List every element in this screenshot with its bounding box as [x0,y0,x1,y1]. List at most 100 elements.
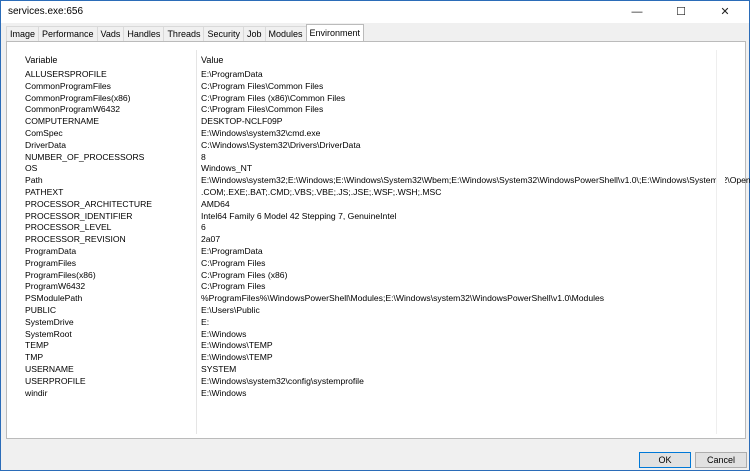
variable-cell: PROCESSOR_IDENTIFIER [25,210,133,221]
variable-cell: PROCESSOR_LEVEL [25,222,112,233]
variable-cell: COMPUTERNAME [25,116,100,127]
environment-list[interactable]: Variable Value ALLUSERSPROFILE E:\Program… [15,50,750,434]
tab-handles[interactable]: Handles [123,26,165,41]
tab-image[interactable]: Image [6,26,40,41]
variable-cell: USERNAME [25,363,74,374]
variable-cell: USERPROFILE [25,375,86,386]
variable-cell: PROCESSOR_REVISION [25,234,126,245]
variable-cell: NUMBER_OF_PROCESSORS [25,151,145,162]
table-row[interactable]: PROCESSOR_ARCHITECTURE AMD64 [15,199,725,211]
value-cell: C:\Program Files (x86) [201,269,288,280]
table-row[interactable]: TMP E:\Windows\TEMP [15,352,725,364]
table-row[interactable]: SystemDrive E: [15,317,725,329]
table-row[interactable]: CommonProgramFiles(x86) C:\Program Files … [15,93,725,105]
tab-environment[interactable]: Environment [305,24,365,41]
variable-cell: TMP [25,352,44,363]
value-cell: E:\Windows\TEMP [201,352,273,363]
table-row[interactable]: ProgramFiles C:\Program Files [15,258,725,270]
value-cell: E:\Windows [201,328,247,339]
table-row[interactable]: USERPROFILE E:\Windows\system32\config\sy… [15,376,725,388]
table-row[interactable]: CommonProgramFiles C:\Program Files\Commo… [15,81,725,93]
table-row[interactable]: PATHEXT .COM;.EXE;.BAT;.CMD;.VBS;.VBE;.JS… [15,187,725,199]
table-row[interactable]: windir E:\Windows [15,388,725,400]
table-row[interactable]: ProgramW6432 C:\Program Files [15,281,725,293]
variable-cell: Path [25,175,43,186]
value-cell: E:\Windows\TEMP [201,340,273,351]
value-cell: AMD64 [201,198,230,209]
value-cell: 6 [201,222,206,233]
close-icon[interactable]: ✕ [705,1,745,23]
variable-cell: ProgramFiles(x86) [25,269,96,280]
value-cell: 8 [201,151,206,162]
value-cell: E:\Windows\system32\cmd.exe [201,127,321,138]
ok-button[interactable]: OK [639,452,691,468]
value-cell: E:\Windows\system32;E:\Windows;E:\Window… [201,175,750,186]
table-row[interactable]: OS Windows_NT [15,163,725,175]
table-rows: ALLUSERSPROFILE E:\ProgramData CommonProgr… [15,69,750,400]
value-cell: C:\Windows\System32\Drivers\DriverData [201,139,361,150]
title-bar[interactable]: services.exe:656 — ☐ ✕ [1,1,749,23]
table-row[interactable]: COMPUTERNAME DESKTOP-NCLF09P [15,116,725,128]
variable-cell: PATHEXT [25,186,64,197]
table-row[interactable]: Path E:\Windows\system32;E:\Windows;E:\Wi… [15,175,750,187]
value-cell: Windows_NT [201,163,253,174]
column-header-value[interactable]: Value [201,55,223,65]
value-cell: 2a07 [201,234,221,245]
value-cell: E:\ProgramData [201,245,263,256]
table-row[interactable]: NUMBER_OF_PROCESSORS 8 [15,152,725,164]
value-cell: SYSTEM [201,363,237,374]
table-row[interactable]: ProgramData E:\ProgramData [15,246,725,258]
value-cell: DESKTOP-NCLF09P [201,116,283,127]
minimize-icon[interactable]: — [617,1,657,23]
tab-job[interactable]: Job [242,26,266,41]
variable-cell: SystemDrive [25,316,74,327]
cancel-button[interactable]: Cancel [695,452,747,468]
table-row[interactable]: SystemRoot E:\Windows [15,329,725,341]
value-cell: E:\Windows [201,387,247,398]
value-cell: E:\ProgramData [201,69,263,79]
table-row[interactable]: DriverData C:\Windows\System32\Drivers\Dr… [15,140,725,152]
value-cell: %ProgramFiles%\WindowsPowerShell\Modules… [201,293,605,304]
vertical-scrollbar[interactable] [716,50,725,434]
table-row[interactable]: PROCESSOR_IDENTIFIER Intel64 Family 6 Mod… [15,211,725,223]
maximize-icon[interactable]: ☐ [661,1,701,23]
variable-cell: ALLUSERSPROFILE [25,69,107,79]
variable-cell: ProgramData [25,245,77,256]
variable-cell: ProgramFiles [25,257,77,268]
table-row[interactable]: TEMP E:\Windows\TEMP [15,340,725,352]
table-row[interactable]: ALLUSERSPROFILE E:\ProgramData [15,69,725,81]
value-cell: C:\Program Files\Common Files [201,80,324,91]
table-row[interactable]: ProgramFiles(x86) C:\Program Files (x86) [15,270,725,282]
table-row[interactable]: PROCESSOR_LEVEL 6 [15,222,725,234]
variable-cell: OS [25,163,38,174]
table-row[interactable]: PSModulePath %ProgramFiles%\WindowsPowerS… [15,293,725,305]
table-row[interactable]: PROCESSOR_REVISION 2a07 [15,234,725,246]
table-row[interactable]: CommonProgramW6432 C:\Program Files\Commo… [15,104,725,116]
table-row[interactable]: USERNAME SYSTEM [15,364,725,376]
tab-performance[interactable]: Performance [38,26,98,41]
variable-cell: ProgramW6432 [25,281,86,292]
tab-threads[interactable]: Threads [163,26,205,41]
variable-cell: PSModulePath [25,293,83,304]
column-header-variable[interactable]: Variable [25,55,57,65]
variable-cell: windir [25,387,48,398]
tab-vads[interactable]: Vads [96,26,125,41]
value-cell: E: [201,316,210,327]
value-cell: .COM;.EXE;.BAT;.CMD;.VBS;.VBE;.JS;.JSE;.… [201,186,442,197]
variable-cell: CommonProgramW6432 [25,104,121,115]
variable-cell: TEMP [25,340,49,351]
variable-cell: CommonProgramFiles [25,80,111,91]
process-properties-window: services.exe:656 — ☐ ✕ Image Performance V… [0,0,750,471]
variable-cell: DriverData [25,139,67,150]
tab-modules[interactable]: Modules [264,26,307,41]
value-cell: Intel64 Family 6 Model 42 Stepping 7, Ge… [201,210,397,221]
window-title: services.exe:656 [8,6,84,17]
variable-cell: PUBLIC [25,304,57,315]
tab-security[interactable]: Security [203,26,244,41]
value-cell: E:\Windows\system32\config\systemprofile [201,375,364,386]
table-row[interactable]: ComSpec E:\Windows\system32\cmd.exe [15,128,725,140]
table-row[interactable]: PUBLIC E:\Users\Public [15,305,725,317]
variable-cell: ComSpec [25,127,63,138]
variable-cell: SystemRoot [25,328,72,339]
variable-cell: CommonProgramFiles(x86) [25,92,131,103]
